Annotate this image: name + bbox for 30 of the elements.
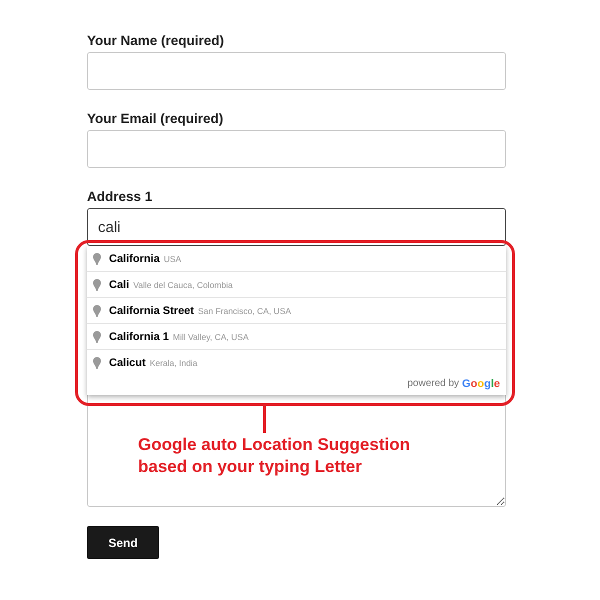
location-pin-icon	[93, 330, 101, 342]
location-pin-icon	[93, 356, 101, 368]
suggestion-region: San Francisco, CA, USA	[198, 306, 292, 316]
suggestion-item[interactable]: California 1 Mill Valley, CA, USA	[87, 323, 506, 349]
suggestion-name: California 1	[109, 330, 169, 342]
send-button[interactable]: Send	[87, 526, 159, 559]
input-field[interactable]	[87, 130, 506, 168]
leader-line	[263, 406, 266, 433]
suggestion-region: USA	[164, 254, 182, 264]
suggestion-item[interactable]: California USA	[87, 246, 506, 271]
suggestion-name: Cali	[109, 278, 130, 290]
field-label: Your Name (required)	[87, 33, 226, 48]
input-field[interactable]	[87, 52, 506, 90]
location-pin-icon	[93, 252, 101, 264]
location-pin-icon	[93, 304, 101, 316]
suggestion-name: California	[109, 252, 160, 264]
input-field[interactable]: cali	[87, 208, 506, 246]
suggestion-name: Calicut	[109, 356, 146, 368]
field-label: Your Email (required)	[87, 111, 224, 126]
location-pin-icon	[93, 278, 101, 290]
field-label: Address 1	[87, 189, 154, 204]
suggestion-region: Kerala, India	[150, 358, 198, 368]
suggestion-region: Valle del Cauca, Colombia	[133, 280, 233, 290]
suggestion-item[interactable]: Calicut Kerala, India	[87, 349, 506, 375]
suggestion-region: Mill Valley, CA, USA	[172, 332, 249, 342]
suggestion-item[interactable]: California Street San Francisco, CA, USA	[87, 297, 506, 323]
google-logo: Google	[462, 378, 500, 390]
suggestion-item[interactable]: Cali Valle del Cauca, Colombia	[87, 271, 506, 297]
suggestion-name: California Street	[109, 304, 194, 316]
powered-by-text: powered by	[407, 378, 460, 389]
